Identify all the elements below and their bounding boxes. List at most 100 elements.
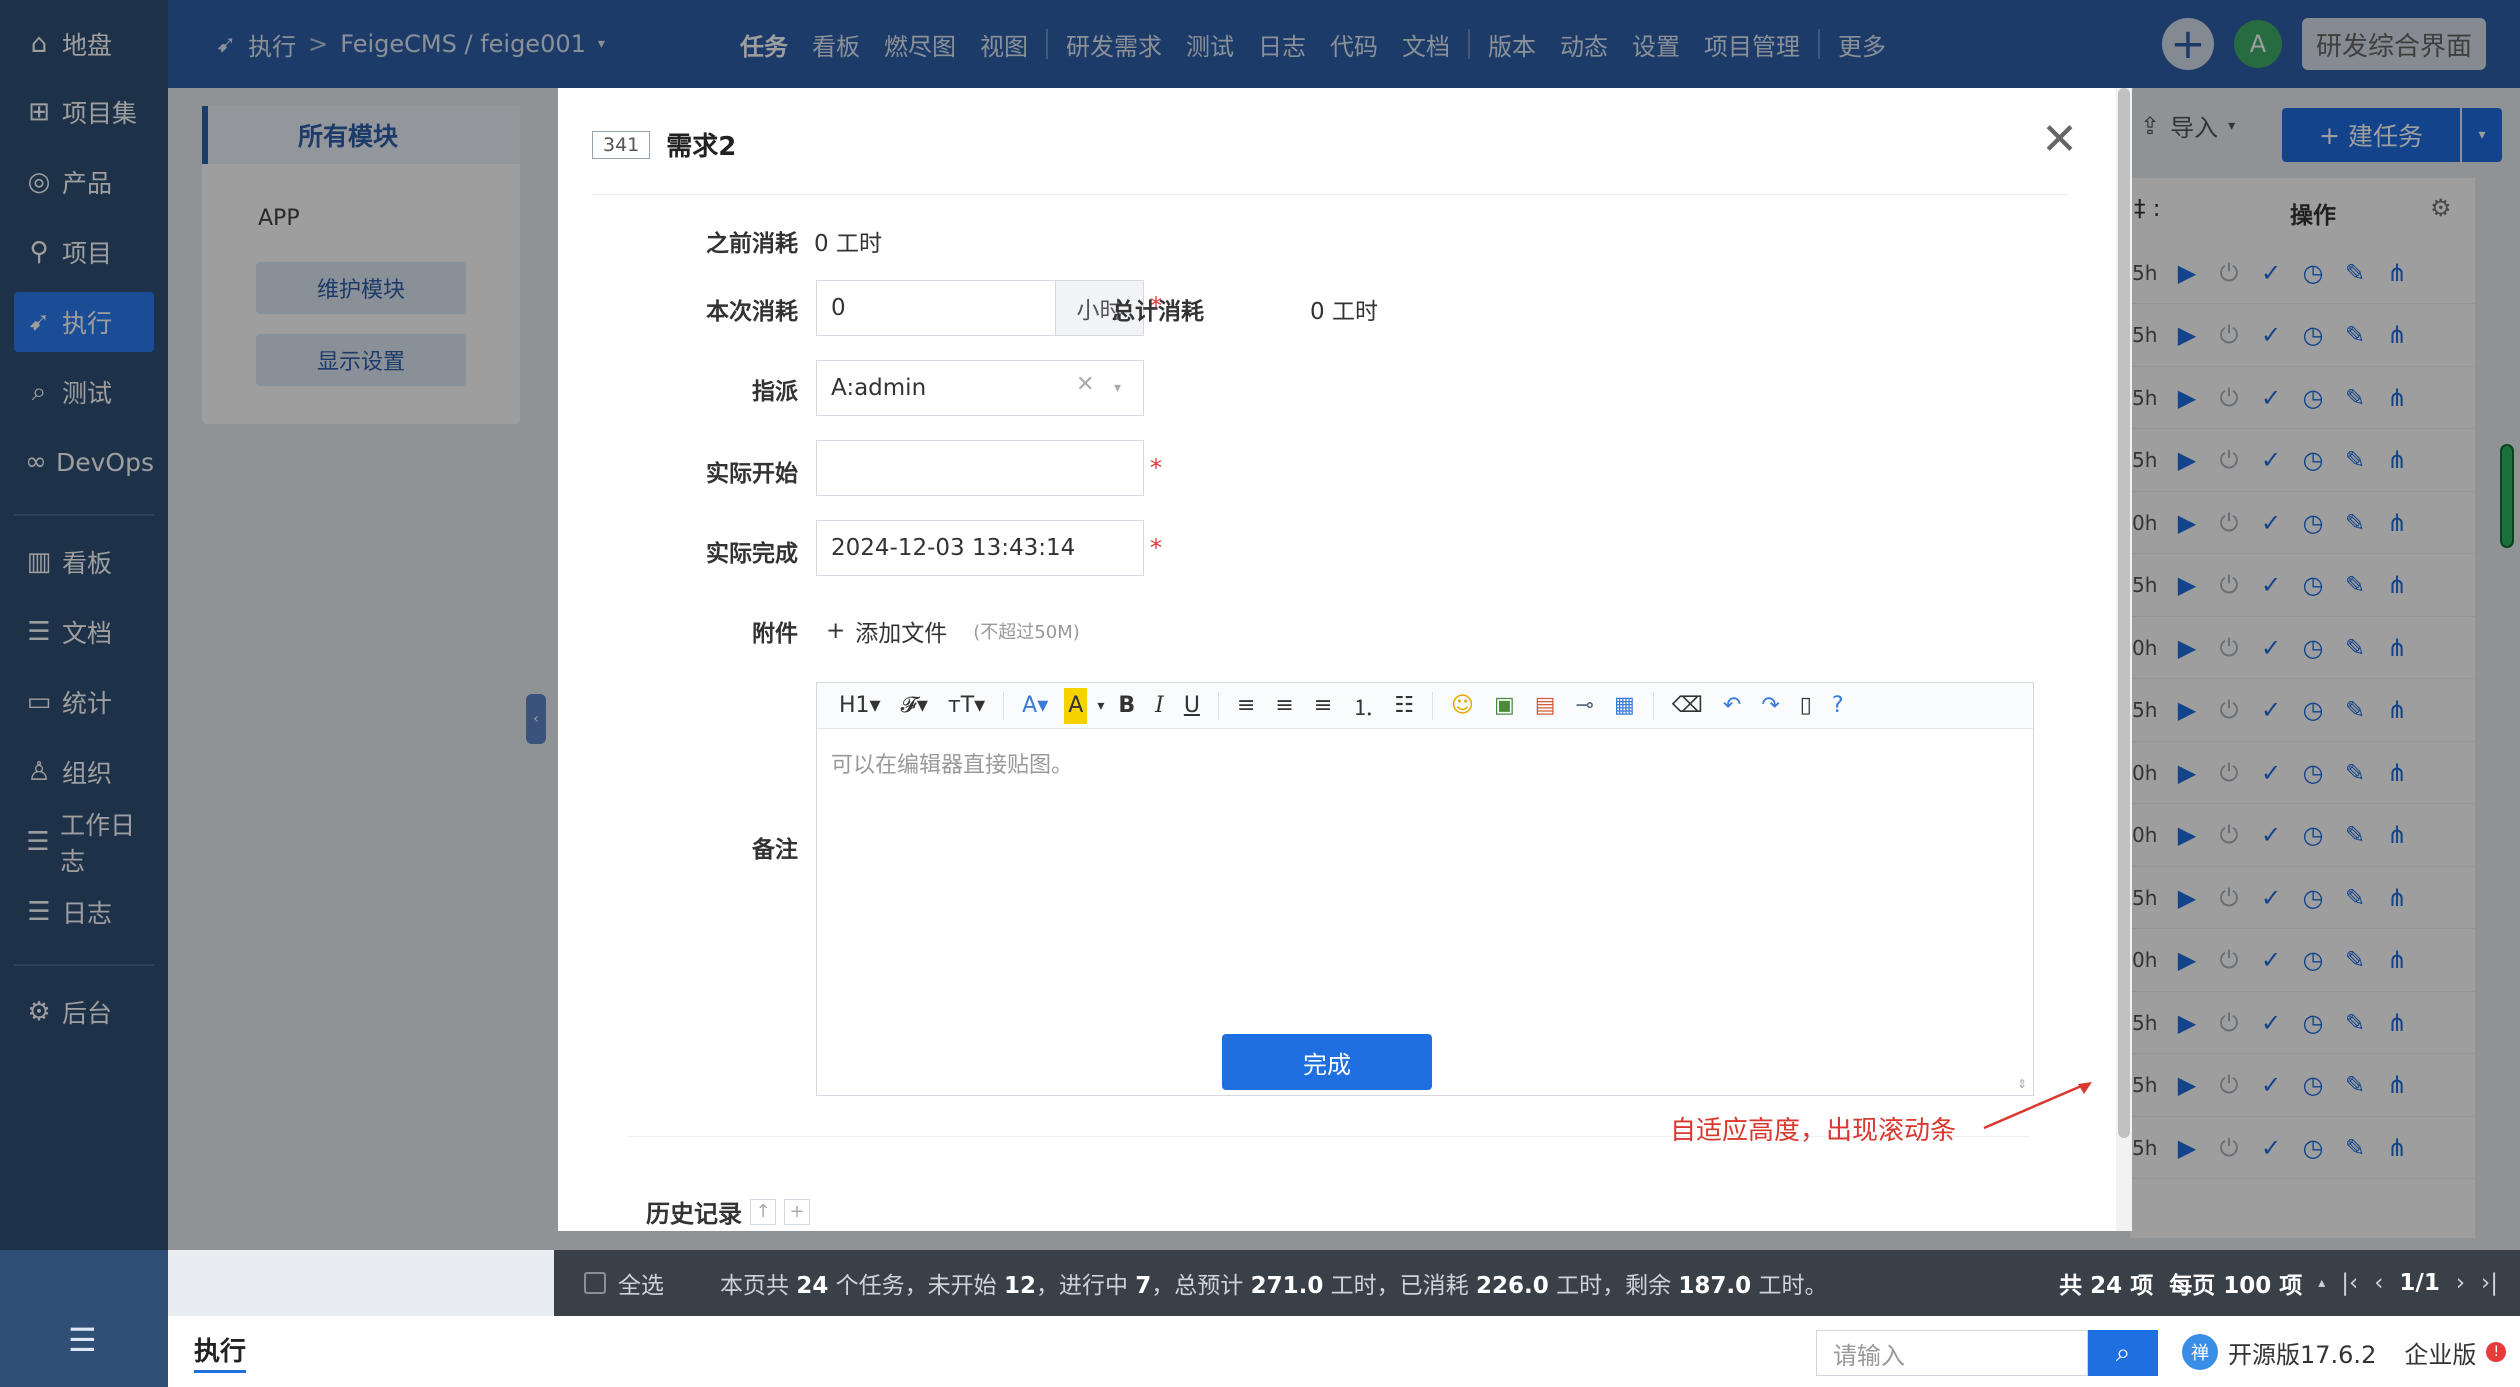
summary-text: 工时。 [1751,1273,1828,1299]
version-info: 禅 开源版17.6.2 企业版 ! [2182,1334,2507,1370]
menu-collapse-icon[interactable]: ☰ [68,1321,97,1359]
italic-icon[interactable]: I [1147,688,1172,724]
prev-consumed-label: 之前消耗 [706,231,798,257]
next-page-icon[interactable]: › [2456,1270,2465,1296]
undo-icon[interactable]: ↶ [1715,688,1749,724]
plus-icon: + [826,618,846,644]
toolbar-divider [1432,691,1434,720]
real-finish-input[interactable]: 2024-12-03 13:43:14 [816,520,1144,576]
clear-icon[interactable]: ✕ [1076,372,1094,397]
zentao-logo-icon: 禅 [2182,1334,2218,1370]
unordered-list-icon[interactable]: ☷ [1386,688,1422,724]
align-center-icon[interactable]: ≡ [1267,688,1301,724]
annotation-arrow [1983,1082,2092,1130]
finish-task-modal: 341 需求2 ✕ 之前消耗 0 工时 本次消耗 0 小时 * 总计消耗 0 工… [558,88,2132,1231]
this-consumed-label: 本次消耗 [706,299,798,325]
font-color-icon[interactable]: A▾ [1014,688,1056,724]
summary-text: 个任务，未开始 [828,1273,1004,1299]
alert-badge-icon: ! [2486,1342,2507,1362]
summary-in-progress: 7 [1135,1273,1152,1299]
pager-page: 1/1 [2399,1270,2440,1296]
summary-text: ，进行中 [1035,1273,1136,1299]
font-family-icon[interactable]: 𝓕▾ [893,688,936,724]
search-icon[interactable]: ⌕ [2088,1330,2158,1376]
toolbar-divider [1652,691,1654,720]
emoji-icon[interactable]: ☺ [1443,688,1482,724]
heading-icon[interactable]: H1▾ [831,688,889,724]
remark-label: 备注 [752,837,798,863]
last-page-icon[interactable]: ›| [2481,1270,2498,1296]
task-summary-text: 本页共 24 个任务，未开始 12，进行中 7，总预计 271.0 工时，已消耗… [720,1266,1827,1300]
highlight-icon[interactable]: A [1064,687,1088,724]
align-left-icon[interactable]: ≡ [1229,688,1263,724]
enterprise-link[interactable]: 企业版 [2404,1335,2476,1370]
first-page-icon[interactable]: |‹ [2341,1270,2358,1296]
real-start-input[interactable] [816,440,1144,496]
modal-title: 需求2 [666,132,737,162]
flash-icon[interactable]: ▤ [1527,688,1564,724]
chevron-down-icon[interactable]: ▾ [1095,688,1106,724]
footer-search-input[interactable]: 请输入 [1816,1330,2088,1376]
summary-text: 工时，已消耗 [1323,1273,1476,1299]
image-icon[interactable]: ▣ [1486,688,1523,724]
bold-icon[interactable]: B [1110,688,1143,724]
required-marker: * [1150,534,1162,562]
summary-remaining: 187.0 [1678,1273,1752,1299]
history-title: 历史记录 [646,1200,742,1228]
footer-breadcrumb[interactable]: 执行 [194,1331,247,1373]
attachment-label: 附件 [752,621,798,647]
summary-consumed: 226.0 [1476,1273,1549,1299]
chevron-down-icon[interactable]: ▾ [1114,380,1121,396]
summary-text: ，总预计 [1151,1273,1251,1299]
pager-per-page[interactable]: 每页 100 项 [2169,1266,2302,1300]
file-size-hint: (不超过50M) [973,622,1080,643]
underline-icon[interactable]: U [1176,688,1208,724]
summary-total: 24 [796,1273,829,1299]
add-file-label: 添加文件 [855,621,948,647]
plus-icon[interactable]: + [784,1198,810,1225]
version-label[interactable]: 开源版17.6.2 [2228,1335,2376,1370]
modal-scrollbar-thumb[interactable] [2118,88,2130,1138]
pager-total: 共 24 项 [2059,1273,2154,1299]
help-icon[interactable]: ? [1824,688,1852,724]
table-icon[interactable]: ▦ [1606,688,1643,724]
ordered-list-icon[interactable]: ⒈ [1344,688,1382,724]
prev-page-icon[interactable]: ‹ [2374,1270,2383,1296]
history-section: 历史记录 ↑ + [646,1194,810,1229]
summary-text: 本页共 [720,1273,797,1299]
chevron-up-icon[interactable]: ▴ [2318,1275,2325,1291]
pager: 共 24 项 每页 100 项 ▴ |‹ ‹ 1/1 › ›| [2059,1266,2498,1300]
arrow-up-icon[interactable]: ↑ [750,1198,776,1225]
toolbar-divider [1217,691,1219,720]
assignee-select[interactable]: A:admin [816,360,1144,416]
summary-text: 工时，剩余 [1548,1273,1679,1299]
paste-icon[interactable]: ▯ [1792,688,1820,724]
align-right-icon[interactable]: ≡ [1306,688,1340,724]
real-finish-label: 实际完成 [706,541,798,567]
close-icon[interactable]: ✕ [2041,114,2078,165]
summary-not-started: 12 [1003,1273,1036,1299]
modal-header: 341 需求2 [592,126,736,163]
eraser-icon[interactable]: ⌫ [1664,688,1711,724]
select-all-label[interactable]: 全选 [618,1266,664,1300]
font-size-icon[interactable]: тT▾ [940,688,993,724]
summary-estimate: 271.0 [1250,1273,1324,1299]
footer-bar: 执行 请输入 ⌕ 禅 开源版17.6.2 企业版 ! [168,1316,2520,1387]
redo-icon[interactable]: ↷ [1753,688,1787,724]
editor-placeholder: 可以在编辑器直接贴图。 [831,753,1074,778]
editor-toolbar: H1▾ 𝓕▾ тT▾ A▾ A ▾ B I U ≡ ≡ ≡ ⒈ ☷ ☺ ▣ ▤ … [817,683,2033,729]
task-summary-bar: 全选 本页共 24 个任务，未开始 12，进行中 7，总预计 271.0 工时，… [554,1250,2520,1316]
total-consumed-value: 0 工时 [1310,299,1378,325]
task-id-badge: 341 [592,130,651,159]
select-all-checkbox[interactable] [584,1272,606,1294]
link-icon[interactable]: ⊸ [1568,688,1602,724]
required-marker: * [1150,454,1162,482]
prev-consumed-value: 0 工时 [814,231,882,257]
toolbar-divider [1003,691,1005,720]
real-start-label: 实际开始 [706,461,798,487]
assign-label: 指派 [752,379,798,405]
annotation-text: 自适应高度，出现滚动条 [1670,1116,1957,1146]
modal-divider [592,194,2068,195]
add-file-button[interactable]: + 添加文件 (不超过50M) [826,614,1080,648]
done-button[interactable]: 完成 [1222,1034,1432,1090]
